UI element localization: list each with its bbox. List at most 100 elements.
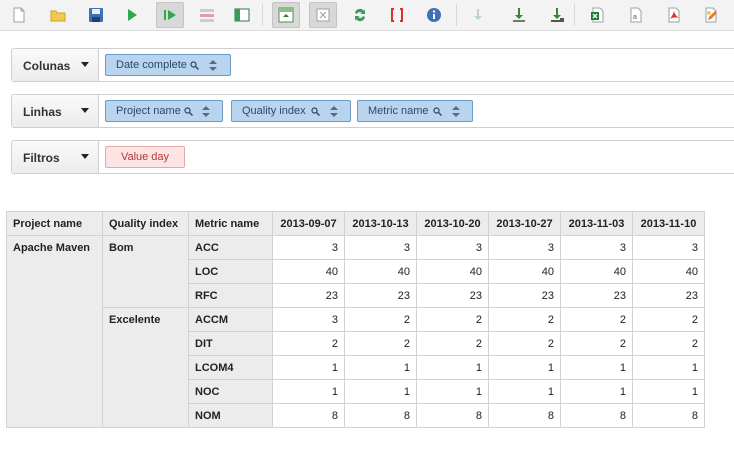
export-down-icon[interactable]: [505, 2, 533, 28]
empty-cells-icon[interactable]: [309, 2, 337, 28]
value-cell[interactable]: 1: [488, 355, 561, 380]
value-cell[interactable]: 23: [488, 283, 561, 308]
row-header-metric[interactable]: LCOM4: [188, 355, 273, 380]
value-cell[interactable]: 8: [344, 403, 417, 428]
chip-metric-name[interactable]: Metric name: [357, 100, 473, 122]
row-header-metric[interactable]: NOM: [188, 403, 273, 428]
value-cell[interactable]: 8: [416, 403, 489, 428]
value-cell[interactable]: 40: [272, 259, 345, 284]
layout-icon[interactable]: [193, 2, 221, 28]
value-cell[interactable]: 40: [416, 259, 489, 284]
header-quality-index[interactable]: Quality index: [102, 211, 189, 236]
chip-value-day[interactable]: Value day: [105, 146, 185, 168]
chip-date-complete[interactable]: Date complete: [105, 54, 231, 76]
header-date[interactable]: 2013-11-10: [632, 211, 705, 236]
row-header-metric[interactable]: LOC: [188, 259, 273, 284]
pivot-table-icon[interactable]: [272, 2, 300, 28]
header-date[interactable]: 2013-09-07: [272, 211, 345, 236]
value-cell[interactable]: 3: [488, 235, 561, 260]
value-cell[interactable]: 2: [344, 307, 417, 332]
value-cell[interactable]: 2: [560, 307, 633, 332]
search-icon[interactable]: [190, 61, 199, 70]
row-header-project[interactable]: Apache Maven: [6, 235, 103, 428]
row-header-metric[interactable]: ACC: [188, 235, 273, 260]
rows-axis-header[interactable]: Linhas: [12, 95, 99, 127]
row-header-metric[interactable]: NOC: [188, 379, 273, 404]
value-cell[interactable]: 1: [488, 379, 561, 404]
value-cell[interactable]: 3: [560, 235, 633, 260]
search-icon[interactable]: [433, 107, 442, 116]
value-cell[interactable]: 23: [344, 283, 417, 308]
value-cell[interactable]: 23: [272, 283, 345, 308]
swap-axes-icon[interactable]: [346, 2, 374, 28]
value-cell[interactable]: 40: [560, 259, 633, 284]
chart-edit-icon[interactable]: [697, 2, 725, 28]
value-cell[interactable]: 2: [344, 331, 417, 356]
chip-project-name[interactable]: Project name: [105, 100, 223, 122]
value-cell[interactable]: 2: [632, 307, 705, 332]
row-header-quality[interactable]: Bom: [102, 235, 189, 308]
row-header-metric[interactable]: ACCM: [188, 307, 273, 332]
value-cell[interactable]: 3: [344, 235, 417, 260]
value-cell[interactable]: 23: [560, 283, 633, 308]
value-cell[interactable]: 1: [272, 379, 345, 404]
pdf-icon[interactable]: [660, 2, 688, 28]
value-cell[interactable]: 8: [560, 403, 633, 428]
info-icon[interactable]: [420, 2, 448, 28]
excel-icon[interactable]: [584, 2, 612, 28]
sort-arrows-icon[interactable]: [208, 59, 218, 72]
drill-disabled-icon[interactable]: [464, 2, 492, 28]
value-cell[interactable]: 1: [344, 379, 417, 404]
value-cell[interactable]: 2: [488, 331, 561, 356]
sort-arrows-icon[interactable]: [329, 105, 339, 118]
chevron-down-icon[interactable]: [81, 108, 89, 113]
value-cell[interactable]: 1: [272, 355, 345, 380]
value-cell[interactable]: 2: [488, 307, 561, 332]
value-cell[interactable]: 23: [416, 283, 489, 308]
value-cell[interactable]: 1: [560, 355, 633, 380]
value-cell[interactable]: 23: [632, 283, 705, 308]
value-cell[interactable]: 40: [488, 259, 561, 284]
columns-axis-header[interactable]: Colunas: [12, 49, 99, 81]
header-date[interactable]: 2013-10-27: [488, 211, 561, 236]
value-cell[interactable]: 2: [416, 307, 489, 332]
csv-icon[interactable]: a: [622, 2, 650, 28]
open-folder-icon[interactable]: [44, 2, 72, 28]
value-cell[interactable]: 3: [632, 235, 705, 260]
value-cell[interactable]: 1: [560, 379, 633, 404]
value-cell[interactable]: 40: [632, 259, 705, 284]
sort-arrows-icon[interactable]: [451, 105, 461, 118]
value-cell[interactable]: 1: [416, 355, 489, 380]
value-cell[interactable]: 8: [632, 403, 705, 428]
row-header-quality[interactable]: Excelente: [102, 307, 189, 428]
row-header-metric[interactable]: DIT: [188, 331, 273, 356]
save-icon[interactable]: [82, 2, 110, 28]
value-cell[interactable]: 3: [272, 307, 345, 332]
filters-axis-header[interactable]: Filtros: [12, 141, 99, 173]
value-cell[interactable]: 1: [344, 355, 417, 380]
value-cell[interactable]: 8: [272, 403, 345, 428]
chip-quality-index[interactable]: Quality index: [231, 100, 351, 122]
run-icon[interactable]: [118, 2, 146, 28]
row-header-metric[interactable]: RFC: [188, 283, 273, 308]
header-date[interactable]: 2013-10-13: [344, 211, 417, 236]
value-cell[interactable]: 1: [632, 355, 705, 380]
value-cell[interactable]: 2: [272, 331, 345, 356]
export-drill-icon[interactable]: [543, 2, 571, 28]
value-cell[interactable]: 8: [488, 403, 561, 428]
value-cell[interactable]: 2: [416, 331, 489, 356]
value-cell[interactable]: 40: [344, 259, 417, 284]
value-cell[interactable]: 2: [632, 331, 705, 356]
value-cell[interactable]: 1: [416, 379, 489, 404]
header-project-name[interactable]: Project name: [6, 211, 103, 236]
hide-parents-icon[interactable]: [228, 2, 256, 28]
header-date[interactable]: 2013-10-20: [416, 211, 489, 236]
chevron-down-icon[interactable]: [81, 62, 89, 67]
search-icon[interactable]: [184, 107, 193, 116]
sort-arrows-icon[interactable]: [201, 105, 211, 118]
header-date[interactable]: 2013-11-03: [560, 211, 633, 236]
search-icon[interactable]: [311, 107, 320, 116]
value-cell[interactable]: 3: [416, 235, 489, 260]
chevron-down-icon[interactable]: [81, 154, 89, 159]
new-icon[interactable]: [5, 2, 33, 28]
